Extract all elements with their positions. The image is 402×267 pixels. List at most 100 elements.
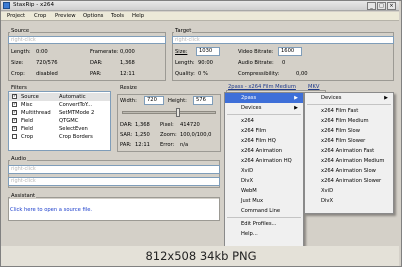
submenu-arrow-icon: ▶ — [294, 105, 298, 111]
menu-item-devices[interactable]: Devices ▶ — [225, 103, 303, 113]
video-bitrate-input[interactable]: 1600 — [278, 47, 302, 56]
filter-name: Misc — [21, 102, 33, 108]
source-file-field[interactable]: right-click — [8, 36, 166, 44]
menu-item-command-line[interactable]: Command Line — [225, 206, 303, 216]
height-label: Height: — [168, 98, 187, 104]
resize-par-label: PAR: — [120, 142, 132, 148]
filter-row[interactable]: ✓ Field SelectEven — [9, 125, 110, 133]
filter-row[interactable]: ✓ Source Automatic — [9, 93, 110, 101]
menu-item-just-mux[interactable]: Just Mux — [225, 196, 303, 206]
source-crop-value: disabled — [36, 71, 58, 77]
error-value: n/a — [180, 142, 189, 148]
filter-checkbox[interactable]: ✓ — [12, 110, 17, 115]
source-length-label: Length: — [11, 49, 31, 55]
audio-track1-field[interactable]: right-click — [8, 165, 220, 174]
submenu-item-x264-film-slower[interactable]: x264 Film Slower — [305, 136, 393, 146]
menu-item-edit-profiles[interactable]: Edit Profiles... — [225, 219, 303, 229]
filter-name: Crop — [21, 134, 34, 140]
filter-row[interactable]: ✓ Field QTGMC — [9, 117, 110, 125]
submenu-item-devices[interactable]: Devices ▶ — [305, 93, 393, 103]
source-crop-label: Crop: — [11, 71, 25, 77]
menu-item-2pass[interactable]: 2pass ▶ — [225, 93, 303, 103]
source-framerate-value: 0,000 — [120, 49, 135, 55]
close-button[interactable]: × — [387, 2, 396, 10]
source-length-value: 0:00 — [36, 49, 48, 55]
menu-project[interactable]: Project — [7, 13, 25, 19]
width-input[interactable]: 720 — [144, 96, 164, 105]
filter-checkbox[interactable]: ✓ — [12, 126, 17, 131]
pixel-label: Pixel: — [160, 122, 174, 128]
zoom-value: 100,0/100,0 — [180, 132, 212, 138]
source-size-value: 720/576 — [36, 60, 58, 66]
resize-slider-thumb[interactable] — [176, 108, 180, 117]
submenu-item-x264-animation-slow[interactable]: x264 Animation Slow — [305, 166, 393, 176]
menu-item-xvid[interactable]: XviD — [225, 166, 303, 176]
filter-value: SetMTMode 2 — [59, 110, 95, 116]
minimize-button[interactable]: _ — [367, 2, 376, 10]
menu-item-x264-animation-hq[interactable]: x264 Animation HQ — [225, 156, 303, 166]
width-label: Width: — [120, 98, 137, 104]
submenu-item-x264-animation-slower[interactable]: x264 Animation Slower — [305, 176, 393, 186]
submenu-item-divx[interactable]: DivX — [305, 196, 393, 206]
submenu-item-x264-animation-medium[interactable]: x264 Animation Medium — [305, 156, 393, 166]
window-title: StaxRip - x264 — [13, 2, 55, 8]
filter-value: Crop Borders — [59, 134, 93, 140]
menu-preview[interactable]: Preview — [55, 13, 76, 19]
menu-crop[interactable]: Crop — [34, 13, 46, 19]
filter-row[interactable]: ✓ Misc ConvertToY... — [9, 101, 110, 109]
error-label: Error: — [160, 142, 175, 148]
resize-dar-value: 1,368 — [135, 122, 150, 128]
sar-label: SAR: — [120, 132, 133, 138]
submenu-item-x264-film-fast[interactable]: x264 Film Fast — [305, 106, 393, 116]
submenu-item-x264-animation-fast[interactable]: x264 Animation Fast — [305, 146, 393, 156]
video-bitrate-label: Video Bitrate: — [238, 49, 274, 55]
menu-item-x264[interactable]: x264 — [225, 116, 303, 126]
menu-item-x264-film-hq[interactable]: x264 Film HQ — [225, 136, 303, 146]
filters-list[interactable]: ✓ Source Automatic ✓ Misc ConvertToY... … — [8, 91, 111, 151]
app-icon — [3, 2, 10, 9]
menu-item-webm[interactable]: WebM — [225, 186, 303, 196]
filter-row[interactable]: Crop Crop Borders — [9, 133, 110, 141]
sar-value: 1,250 — [135, 132, 150, 138]
submenu-item-x264-film-slow[interactable]: x264 Film Slow — [305, 126, 393, 136]
menu-item-help[interactable]: Help... — [225, 229, 303, 239]
audio-bitrate-label: Audio Bitrate: — [238, 60, 274, 66]
filter-checkbox[interactable]: ✓ — [12, 118, 17, 123]
title-bar: StaxRip - x264 _ □ × — [1, 1, 399, 11]
menu-item-x264-film[interactable]: x264 Film — [225, 126, 303, 136]
target-size-input[interactable]: 1030 — [196, 47, 220, 56]
quality-label: Quality: — [175, 71, 195, 77]
filter-value: QTGMC — [59, 118, 79, 124]
audio-bitrate-value: 0 — [282, 60, 286, 66]
assistant-open-link[interactable]: Click here to open a source file. — [10, 207, 92, 213]
filter-name: Field — [21, 118, 33, 124]
menu-help[interactable]: Help — [132, 13, 144, 19]
maximize-button[interactable]: □ — [377, 2, 386, 10]
menu-item-divx[interactable]: DivX — [225, 176, 303, 186]
menu-tools[interactable]: Tools — [111, 13, 124, 19]
audio-label: Audio — [10, 156, 28, 162]
submenu-item-xvid[interactable]: XviD — [305, 186, 393, 196]
menu-options[interactable]: Options — [83, 13, 103, 19]
filter-checkbox[interactable] — [12, 134, 17, 139]
compressibility-value: 0,00 — [296, 71, 308, 77]
filter-row[interactable]: ✓ Multithread SetMTMode 2 — [9, 109, 110, 117]
filter-value: ConvertToY... — [59, 102, 93, 108]
height-input[interactable]: 576 — [193, 96, 213, 105]
target-label: Target — [174, 28, 193, 34]
target-length-label: Length: — [175, 60, 195, 66]
zoom-label: Zoom: — [160, 132, 177, 138]
resize-par-value: 12:11 — [135, 142, 150, 148]
target-file-field[interactable]: right-click — [172, 36, 394, 44]
resize-label: Resize — [119, 85, 138, 91]
filter-checkbox[interactable]: ✓ — [12, 94, 17, 99]
resize-slider-track[interactable] — [122, 111, 216, 114]
filter-checkbox[interactable]: ✓ — [12, 102, 17, 107]
menu-item-x264-animation[interactable]: x264 Animation — [225, 146, 303, 156]
source-dar-value: 1,368 — [120, 60, 135, 66]
target-size-label: Size: — [175, 49, 188, 55]
audio-track2-field[interactable]: right-click — [8, 177, 220, 186]
filter-value: Automatic — [59, 94, 86, 100]
submenu-item-x264-film-medium[interactable]: x264 Film Medium — [305, 116, 393, 126]
filter-name: Source — [21, 94, 39, 100]
